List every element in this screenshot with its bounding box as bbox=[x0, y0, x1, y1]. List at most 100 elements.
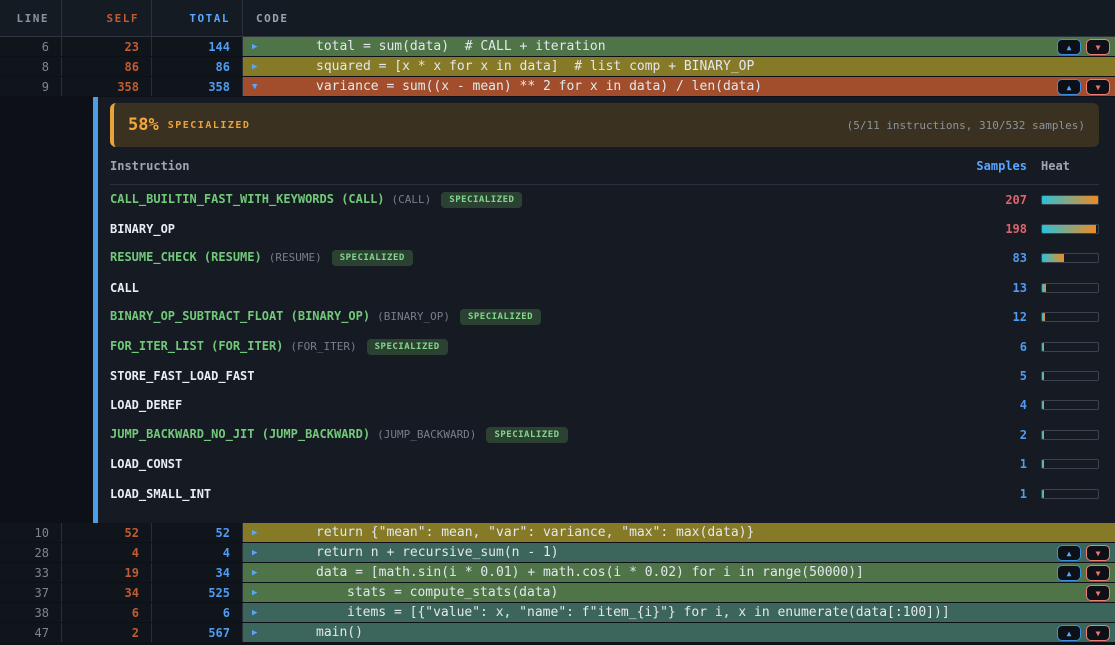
jump-down-button[interactable]: ▼ bbox=[1086, 585, 1110, 601]
jump-up-button[interactable]: ▲ bbox=[1057, 565, 1081, 581]
instruction-row: CALL_BUILTIN_FAST_WITH_KEYWORDS (CALL)(C… bbox=[110, 185, 1099, 214]
expander-icon[interactable]: ▶ bbox=[252, 528, 272, 538]
expander-icon[interactable]: ▶ bbox=[252, 608, 272, 618]
instruction-name: LOAD_CONST bbox=[110, 457, 957, 471]
code-row: 8 86 86 ▶ squared = [x * x for x in data… bbox=[0, 57, 1115, 77]
code-cell[interactable]: ▶ data = [math.sin(i * 0.01) + math.cos(… bbox=[243, 563, 1115, 582]
self-samples: 52 bbox=[62, 523, 152, 542]
instruction-samples: 1 bbox=[957, 457, 1027, 471]
instruction-name: LOAD_DEREF bbox=[110, 398, 957, 412]
code-row: 10 52 52 ▶ return {"mean": mean, "var": … bbox=[0, 523, 1115, 543]
row-nav-buttons: ▲ ▼ bbox=[1057, 625, 1110, 641]
expander-icon[interactable]: ▶ bbox=[252, 62, 272, 72]
heat-bar-fill bbox=[1042, 460, 1044, 468]
expander-icon[interactable]: ▶ bbox=[252, 42, 272, 52]
instruction-row: RESUME_CHECK (RESUME)(RESUME)SPECIALIZED… bbox=[110, 244, 1099, 273]
jump-down-button[interactable]: ▼ bbox=[1086, 79, 1110, 95]
instruction-opcode: CALL_BUILTIN_FAST_WITH_KEYWORDS (CALL) bbox=[110, 192, 385, 206]
code-text: return n + recursive_sum(n - 1) bbox=[272, 545, 559, 560]
code-cell[interactable]: ▶ items = [{"value": x, "name": f"item_{… bbox=[243, 603, 1115, 622]
code-text: main() bbox=[272, 625, 363, 640]
line-number: 47 bbox=[0, 623, 62, 642]
code-row: 28 4 4 ▶ return n + recursive_sum(n - 1)… bbox=[0, 543, 1115, 563]
instruction-name: STORE_FAST_LOAD_FAST bbox=[110, 369, 957, 383]
column-header-code: CODE bbox=[243, 0, 1115, 36]
instruction-opcode: JUMP_BACKWARD_NO_JIT (JUMP_BACKWARD) bbox=[110, 427, 370, 441]
self-samples: 19 bbox=[62, 563, 152, 582]
instruction-row: BINARY_OP 198 bbox=[110, 214, 1099, 243]
instruction-row: BINARY_OP_SUBTRACT_FLOAT (BINARY_OP)(BIN… bbox=[110, 303, 1099, 332]
instruction-name: RESUME_CHECK (RESUME)(RESUME)SPECIALIZED bbox=[110, 250, 957, 266]
jump-up-button[interactable]: ▲ bbox=[1057, 79, 1081, 95]
total-samples: 86 bbox=[152, 57, 243, 76]
code-text: stats = compute_stats(data) bbox=[272, 585, 558, 600]
jump-up-button[interactable]: ▲ bbox=[1057, 545, 1081, 561]
jump-up-button[interactable]: ▲ bbox=[1057, 39, 1081, 55]
instruction-name: BINARY_OP_SUBTRACT_FLOAT (BINARY_OP)(BIN… bbox=[110, 309, 957, 325]
instruction-opcode: CALL bbox=[110, 281, 139, 295]
instruction-heat bbox=[1027, 253, 1099, 263]
code-cell[interactable]: ▶ main() ▲ ▼ bbox=[243, 623, 1115, 642]
code-cell[interactable]: ▶ total = sum(data) # CALL + iteration ▲… bbox=[243, 37, 1115, 56]
code-row: 9 358 358 ▼ variance = sum((x - mean) **… bbox=[0, 77, 1115, 97]
total-samples: 358 bbox=[152, 77, 243, 96]
instruction-opcode: BINARY_OP_SUBTRACT_FLOAT (BINARY_OP) bbox=[110, 309, 370, 323]
instruction-samples: 4 bbox=[957, 398, 1027, 412]
code-text: return {"mean": mean, "var": variance, "… bbox=[272, 525, 754, 540]
instruction-opcode: BINARY_OP bbox=[110, 222, 175, 236]
expander-icon[interactable]: ▶ bbox=[252, 548, 272, 558]
panel-body: 58% SPECIALIZED (5/11 instructions, 310/… bbox=[98, 97, 1115, 523]
code-cell[interactable]: ▶ return n + recursive_sum(n - 1) ▲ ▼ bbox=[243, 543, 1115, 562]
heat-bar-fill bbox=[1042, 401, 1044, 409]
instruction-heat bbox=[1027, 283, 1099, 293]
table-header: LINE SELF TOTAL CODE bbox=[0, 0, 1115, 37]
specialization-panel: 58% SPECIALIZED (5/11 instructions, 310/… bbox=[0, 97, 1115, 523]
row-nav-buttons: ▲ ▼ bbox=[1057, 545, 1110, 561]
instruction-base-opcode: (JUMP_BACKWARD) bbox=[377, 428, 476, 441]
line-number: 33 bbox=[0, 563, 62, 582]
expander-icon[interactable]: ▶ bbox=[252, 588, 272, 598]
jump-down-button[interactable]: ▼ bbox=[1086, 625, 1110, 641]
code-row: 37 34 525 ▶ stats = compute_stats(data) … bbox=[0, 583, 1115, 603]
self-samples: 2 bbox=[62, 623, 152, 642]
total-samples: 525 bbox=[152, 583, 243, 602]
expander-icon[interactable]: ▶ bbox=[252, 568, 272, 578]
samples-column-header[interactable]: Samples bbox=[957, 159, 1027, 173]
instruction-samples: 83 bbox=[957, 251, 1027, 265]
row-nav-buttons: ▲ ▼ bbox=[1057, 79, 1110, 95]
jump-down-button[interactable]: ▼ bbox=[1086, 565, 1110, 581]
heat-bar-fill bbox=[1042, 196, 1098, 204]
instruction-heat bbox=[1027, 371, 1099, 381]
instruction-name: FOR_ITER_LIST (FOR_ITER)(FOR_ITER)SPECIA… bbox=[110, 339, 957, 355]
jump-down-button[interactable]: ▼ bbox=[1086, 39, 1110, 55]
expander-icon[interactable]: ▼ bbox=[252, 82, 272, 92]
instruction-row: LOAD_SMALL_INT 1 bbox=[110, 479, 1099, 508]
line-number: 28 bbox=[0, 543, 62, 562]
expander-icon[interactable]: ▶ bbox=[252, 628, 272, 638]
instruction-heat bbox=[1027, 400, 1099, 410]
line-number: 38 bbox=[0, 603, 62, 622]
instruction-name: LOAD_SMALL_INT bbox=[110, 487, 957, 501]
code-row: 6 23 144 ▶ total = sum(data) # CALL + it… bbox=[0, 37, 1115, 57]
code-cell[interactable]: ▶ squared = [x * x for x in data] # list… bbox=[243, 57, 1115, 76]
total-samples: 4 bbox=[152, 543, 243, 562]
code-text: squared = [x * x for x in data] # list c… bbox=[272, 59, 754, 74]
row-nav-buttons: ▲ ▼ bbox=[1057, 39, 1110, 55]
instruction-samples: 198 bbox=[957, 222, 1027, 236]
heat-bar bbox=[1041, 283, 1099, 293]
code-cell[interactable]: ▶ return {"mean": mean, "var": variance,… bbox=[243, 523, 1115, 542]
instruction-row: FOR_ITER_LIST (FOR_ITER)(FOR_ITER)SPECIA… bbox=[110, 332, 1099, 361]
jump-down-button[interactable]: ▼ bbox=[1086, 545, 1110, 561]
instruction-heat bbox=[1027, 224, 1099, 234]
code-text: variance = sum((x - mean) ** 2 for x in … bbox=[272, 79, 762, 94]
line-number: 10 bbox=[0, 523, 62, 542]
code-row: 38 6 6 ▶ items = [{"value": x, "name": f… bbox=[0, 603, 1115, 623]
specialized-badge: SPECIALIZED bbox=[460, 309, 541, 325]
code-cell[interactable]: ▼ variance = sum((x - mean) ** 2 for x i… bbox=[243, 77, 1115, 96]
instruction-opcode: LOAD_SMALL_INT bbox=[110, 487, 211, 501]
column-header-line: LINE bbox=[0, 0, 62, 36]
jump-up-button[interactable]: ▲ bbox=[1057, 625, 1081, 641]
code-cell[interactable]: ▶ stats = compute_stats(data) ▲ ▼ bbox=[243, 583, 1115, 602]
instruction-samples: 207 bbox=[957, 193, 1027, 207]
specialized-badge: SPECIALIZED bbox=[367, 339, 448, 355]
